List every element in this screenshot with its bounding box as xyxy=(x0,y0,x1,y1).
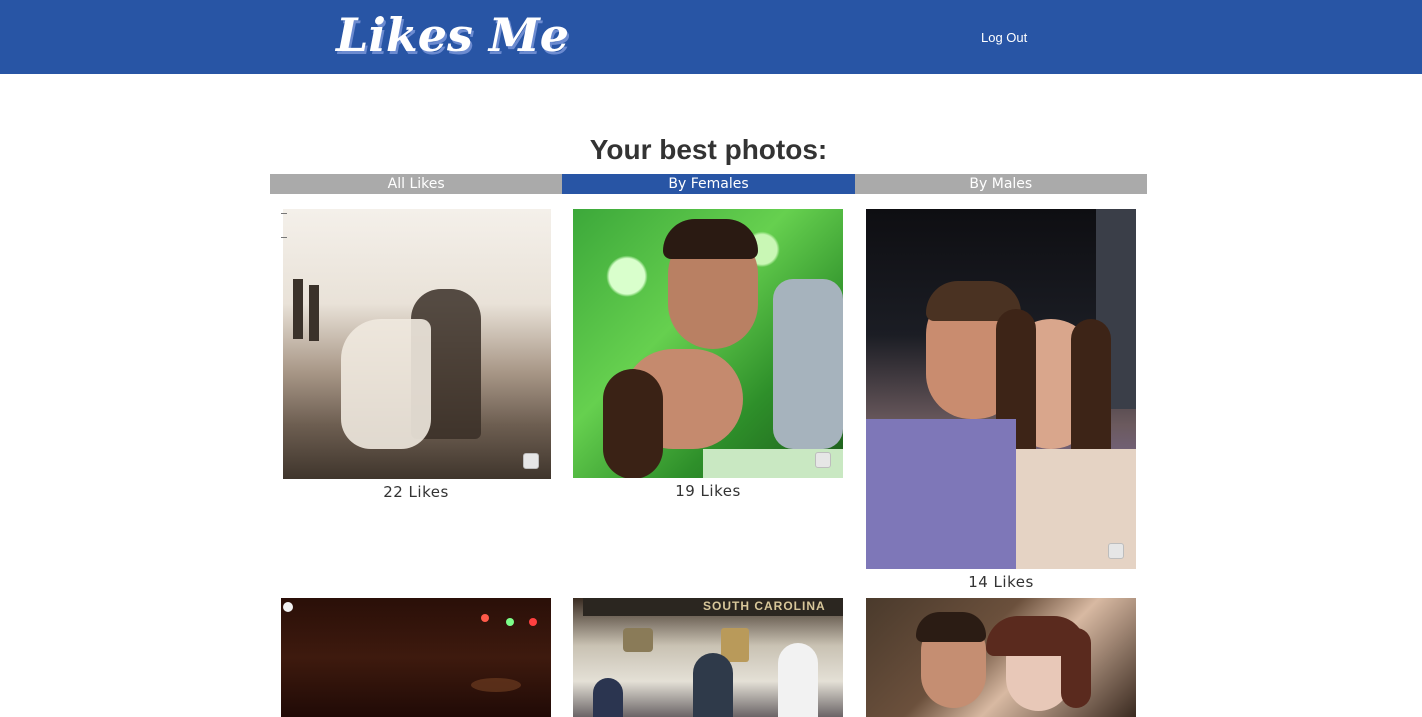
tab-all-likes[interactable]: All Likes xyxy=(270,174,563,194)
like-count: 22 Likes xyxy=(383,483,449,501)
tab-by-males[interactable]: By Males xyxy=(854,174,1147,194)
select-checkbox[interactable] xyxy=(523,453,539,469)
photo-card xyxy=(281,598,551,717)
photo-card: 19 Likes xyxy=(573,209,843,500)
like-count: 19 Likes xyxy=(675,482,741,500)
photo-image[interactable]: SOUTH CAROLINA xyxy=(573,598,843,717)
select-checkbox[interactable] xyxy=(1108,543,1124,559)
tab-by-females[interactable]: By Females xyxy=(562,174,855,194)
logout-link[interactable]: Log Out xyxy=(981,30,1027,45)
top-bar: Likes Me Log Out xyxy=(0,0,1422,74)
logo[interactable]: Likes Me xyxy=(336,8,569,62)
signage-text: SOUTH CAROLINA xyxy=(703,599,826,613)
select-checkbox[interactable] xyxy=(815,452,831,468)
page-title: Your best photos: xyxy=(589,134,828,165)
photo-card: SOUTH CAROLINA xyxy=(573,598,843,717)
photo-image[interactable] xyxy=(573,209,843,478)
filter-tabs: All Likes By Females By Males xyxy=(270,174,1147,194)
photo-card: 14 Likes xyxy=(866,209,1136,591)
photo-image[interactable] xyxy=(866,209,1136,569)
photo-image[interactable] xyxy=(866,598,1136,717)
photo-image[interactable] xyxy=(281,598,551,717)
like-count: 14 Likes xyxy=(968,573,1034,591)
photo-card xyxy=(866,598,1136,717)
photo-image[interactable] xyxy=(281,209,551,479)
photo-card: 22 Likes xyxy=(281,209,551,501)
